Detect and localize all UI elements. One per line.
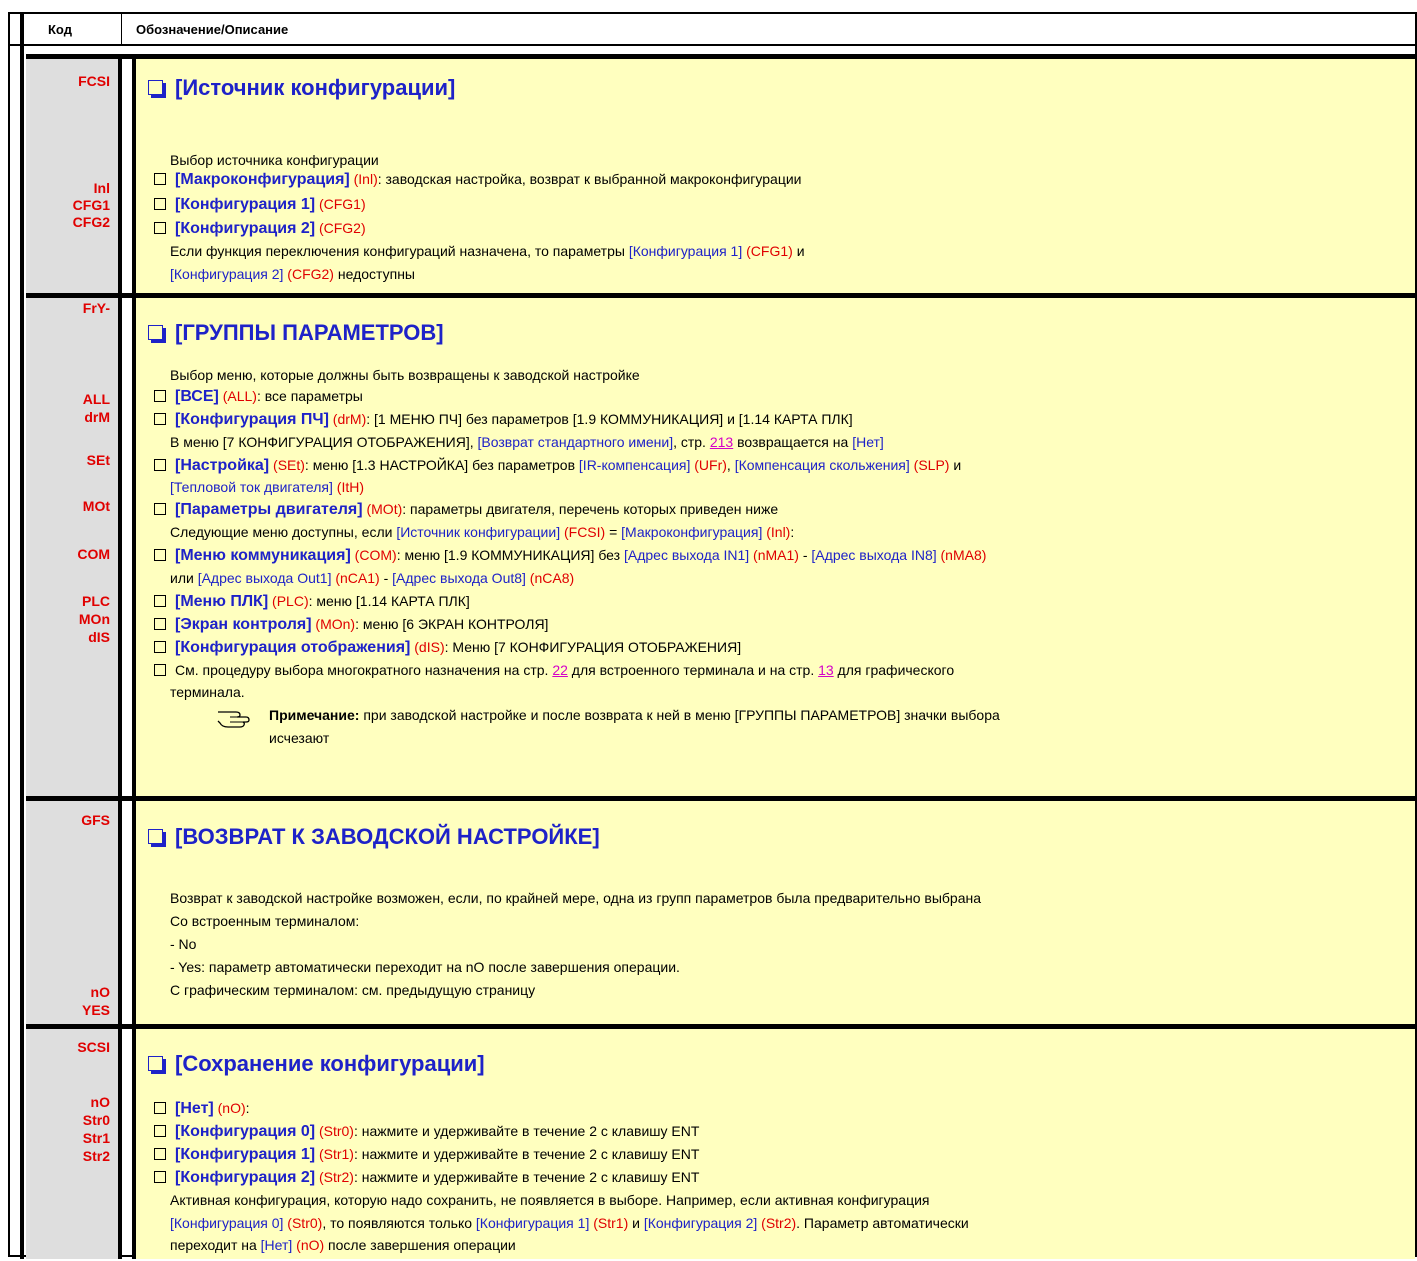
section-title: [ГРУППЫ ПАРАМЕТРОВ] <box>148 320 444 346</box>
option-cfg1[interactable]: [Конфигурация 1] (CFG1) <box>154 196 366 213</box>
scsi-note: переходит на [Нет] (nO) после завершения… <box>170 1237 516 1253</box>
checkbox-icon[interactable] <box>154 173 166 186</box>
option-cfg2[interactable]: [Конфигурация 2] (CFG2) <box>154 220 366 237</box>
code-no: nO <box>90 984 110 1000</box>
option-no[interactable]: [Нет] (nO): <box>154 1100 250 1117</box>
checkbox-icon[interactable] <box>154 503 166 516</box>
scsi-note: Активная конфигурация, которую надо сохр… <box>170 1192 930 1208</box>
scsi-note: [Конфигурация 0] (Str0), то появляются т… <box>170 1215 969 1231</box>
checkbox-icon[interactable] <box>154 413 166 426</box>
intro-text: Выбор меню, которые должны быть возвраще… <box>170 367 640 383</box>
row-gfs: GFS nO YES [ВОЗВРАТ К ЗАВОДСКОЙ НАСТРОЙК… <box>10 801 1415 1024</box>
table-header: Код Обозначение/Описание <box>10 14 1415 44</box>
gfs-line: - No <box>170 936 197 952</box>
pointing-hand-icon <box>217 711 250 728</box>
code-str1: Str1 <box>82 1130 110 1146</box>
availability-note: Следующие меню доступны, если [Источник … <box>170 524 795 540</box>
checkbox-icon[interactable] <box>154 222 166 235</box>
option-str0[interactable]: [Конфигурация 0] (Str0): нажмите и удерж… <box>154 1123 699 1140</box>
checkbox-icon[interactable] <box>154 1171 166 1184</box>
code-mon: MOn <box>78 611 110 627</box>
code-set: SEt <box>86 452 110 468</box>
option-set[interactable]: [Настройка] (SEt): меню [1.3 НАСТРОЙКА] … <box>154 457 961 474</box>
row-fcsi: FCSI Inl CFG1 CFG2 [Источник конфигураци… <box>10 59 1415 293</box>
code-yes: YES <box>81 1002 110 1018</box>
checkbox-icon[interactable] <box>154 1148 166 1161</box>
code-drm: drM <box>84 409 110 425</box>
option-str2[interactable]: [Конфигурация 2] (Str2): нажмите и удерж… <box>154 1169 699 1186</box>
option-macro[interactable]: [Макроконфигурация] (Inl): заводская нас… <box>154 171 801 188</box>
drm-note: В меню [7 КОНФИГУРАЦИЯ ОТОБРАЖЕНИЯ], [Во… <box>170 434 884 450</box>
option-plc[interactable]: [Меню ПЛК] (PLC): меню [1.14 КАРТА ПЛК] <box>154 593 470 610</box>
gfs-line: Возврат к заводской настройке возможен, … <box>170 890 981 906</box>
code-no: nO <box>90 1094 110 1110</box>
intro-text: Выбор источника конфигурации <box>170 152 379 168</box>
code-plc: PLC <box>82 593 110 609</box>
section-title: [ВОЗВРАТ К ЗАВОДСКОЙ НАСТРОЙКЕ] <box>148 824 600 850</box>
code-scsi: SCSI <box>77 1039 110 1055</box>
checkbox-icon[interactable] <box>154 390 166 403</box>
code-all: ALL <box>82 391 110 407</box>
checkbox-icon <box>148 79 163 95</box>
option-mot[interactable]: [Параметры двигателя] (MOt): параметры д… <box>154 501 778 518</box>
checkbox-icon[interactable] <box>154 549 166 562</box>
checkbox-icon[interactable] <box>154 664 166 677</box>
set-continuation: [Тепловой ток двигателя] (ItH) <box>170 479 364 495</box>
code-gfs: GFS <box>81 812 110 828</box>
page-link[interactable]: 13 <box>818 662 834 678</box>
code-cfg1: CFG1 <box>72 197 110 213</box>
code-mot: MOt <box>82 498 110 514</box>
code-dis: dIS <box>88 629 110 645</box>
checkbox-icon <box>148 324 163 340</box>
row-scsi: SCSI nO Str0 Str1 Str2 [Сохранение конфи… <box>10 1029 1415 1259</box>
section-title: [Источник конфигурации] <box>148 75 455 101</box>
header-description: Обозначение/Описание <box>136 22 289 37</box>
checkbox-icon[interactable] <box>154 1102 166 1115</box>
code-com: COM <box>77 546 110 562</box>
checkbox-icon[interactable] <box>154 641 166 654</box>
note-line: Если функция переключения конфигураций н… <box>170 243 805 259</box>
parameter-table: Код Обозначение/Описание FCSI Inl CFG1 C… <box>8 12 1417 1259</box>
checkbox-icon[interactable] <box>154 1125 166 1138</box>
code-fcsi: FCSI <box>78 73 110 89</box>
checkbox-icon[interactable] <box>154 618 166 631</box>
code-cfg2: CFG2 <box>72 214 110 230</box>
option-drm[interactable]: [Конфигурация ПЧ] (drM): [1 МЕНЮ ПЧ] без… <box>154 411 853 428</box>
gfs-line: - Yes: параметр автоматически переходит … <box>170 959 680 975</box>
checkbox-icon[interactable] <box>154 459 166 472</box>
section-title: [Сохранение конфигурации] <box>148 1051 485 1077</box>
gfs-line: С графическим терминалом: см. предыдущую… <box>170 982 536 998</box>
code-fry: FrY- <box>82 300 110 316</box>
option-all[interactable]: [ВСЕ] (ALL): все параметры <box>154 388 363 405</box>
option-str1[interactable]: [Конфигурация 1] (Str1): нажмите и удерж… <box>154 1146 699 1163</box>
checkbox-icon[interactable] <box>154 595 166 608</box>
checkbox-icon <box>148 1055 163 1071</box>
code-str2: Str2 <box>82 1148 110 1164</box>
note-text: Примечание: при заводской настройке и по… <box>269 707 1000 723</box>
code-inl: Inl <box>93 180 110 196</box>
option-multi[interactable]: См. процедуру выбора многократного назна… <box>154 662 954 679</box>
option-mon[interactable]: [Экран контроля] (MOn): меню [6 ЭКРАН КО… <box>154 616 548 633</box>
page-link[interactable]: 213 <box>710 434 733 450</box>
option-dis[interactable]: [Конфигурация отображения] (dIS): Меню [… <box>154 639 741 656</box>
checkbox-icon[interactable] <box>154 198 166 211</box>
row-fry: FrY- ALL drM SEt MOt COM PLC MOn dIS [ГР… <box>10 298 1415 796</box>
note-line: [Конфигурация 2] (CFG2) недоступны <box>170 266 415 282</box>
code-str0: Str0 <box>82 1112 110 1128</box>
note-continuation: исчезают <box>269 730 330 746</box>
header-code: Код <box>48 22 72 37</box>
gfs-line: Со встроенным терминалом: <box>170 913 360 929</box>
option-com[interactable]: [Меню коммуникация] (COM): меню [1.9 КОМ… <box>154 547 986 564</box>
com-continuation: или [Адрес выхода Out1] (nCA1) - [Адрес … <box>170 570 575 586</box>
checkbox-icon <box>148 828 163 844</box>
page-link[interactable]: 22 <box>552 662 568 678</box>
multi-continuation: терминала. <box>170 684 245 700</box>
